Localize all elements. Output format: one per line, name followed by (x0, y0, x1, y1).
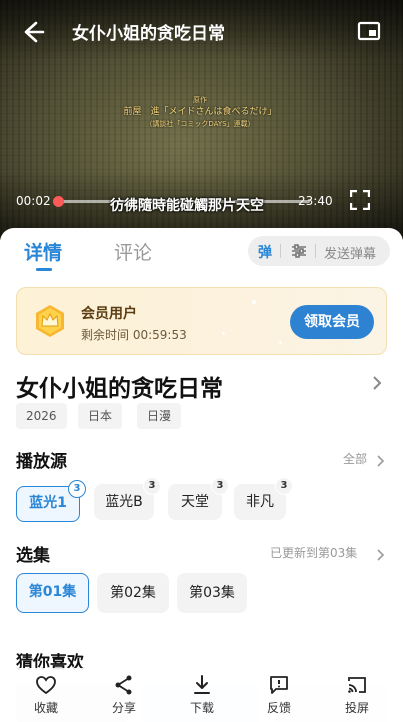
download-label: 下载 (189, 701, 214, 715)
current-time: 00:02 (16, 194, 51, 208)
credits-line-1: 原作 (193, 96, 207, 104)
opening-credits: 原作 前屋 進「メイドさんは食べるだけ」 （講談社「コミックDAYS」連載） (100, 94, 300, 130)
feedback-label: 反馈 (266, 701, 291, 715)
video-subtitle: 彷彿隨時能碰觸那片天空 (110, 198, 264, 214)
claim-membership-button[interactable]: 领取会员 (290, 305, 374, 339)
feedback-button[interactable]: 反馈 (249, 674, 309, 716)
download-button[interactable]: 下载 (172, 674, 232, 716)
cast-label: 投屏 (344, 701, 369, 715)
tab-comments[interactable]: 评论 (114, 238, 152, 265)
tab-indicator (36, 268, 52, 271)
source-chip[interactable]: 非凡 3 (234, 477, 293, 520)
download-icon (191, 674, 213, 696)
show-title[interactable]: 女仆小姐的贪吃日常 (16, 369, 223, 403)
send-danmaku-button[interactable]: 发送弹幕 (324, 243, 376, 262)
source-label: 蓝光B (105, 494, 143, 510)
danmaku-settings-icon[interactable] (290, 242, 308, 260)
danmaku-toggle[interactable]: 弹 (258, 242, 272, 262)
cast-icon (346, 674, 368, 696)
episodes-heading: 选集 (16, 546, 50, 566)
share-label: 分享 (111, 701, 136, 715)
share-icon (113, 674, 135, 696)
tag-genre: 日漫 (137, 403, 182, 429)
sources-heading: 播放源 (16, 452, 67, 472)
source-label: 蓝光1 (29, 495, 67, 511)
feedback-icon (268, 674, 290, 696)
crown-badge-icon (33, 304, 67, 338)
source-count-badge: 3 (211, 477, 229, 495)
share-button[interactable]: 分享 (94, 674, 154, 716)
tag-year: 2026 (16, 403, 67, 429)
danmaku-bar: 弹 发送弹幕 (248, 236, 390, 266)
sparkle (222, 332, 225, 335)
member-remaining-time: 剩余时间 00:59:53 (81, 328, 187, 342)
source-label: 非凡 (246, 494, 274, 510)
credits-line-2: 前屋 進「メイドさんは食べるだけ」 (123, 107, 277, 117)
sparkle (252, 300, 256, 304)
episode-chip[interactable]: 第03集 (177, 573, 247, 613)
episodes-updated-link[interactable]: 已更新到第03集 (270, 544, 357, 561)
member-banner: 会员用户 剩余时间 00:59:53 领取会员 (16, 287, 387, 355)
sources-all-link[interactable]: 全部 (343, 450, 367, 467)
total-time: 23:40 (298, 194, 333, 208)
source-count-badge: 3 (68, 480, 86, 498)
video-title: 女仆小姐的贪吃日常 (72, 24, 225, 44)
source-count-badge: 3 (275, 477, 293, 495)
tab-details[interactable]: 详情 (24, 238, 62, 265)
tag-region: 日本 (78, 403, 123, 429)
heart-icon (35, 674, 57, 696)
chevron-right-icon[interactable] (375, 546, 385, 561)
fullscreen-icon[interactable] (349, 189, 371, 211)
source-chip[interactable]: 蓝光1 3 (16, 480, 86, 522)
credits-line-3: （講談社「コミックDAYS」連載） (145, 120, 255, 128)
cast-button[interactable]: 投屏 (327, 674, 387, 716)
favorite-label: 收藏 (33, 701, 58, 715)
picture-in-picture-icon[interactable] (357, 20, 381, 42)
detail-sheet: 详情 评论 弹 发送弹幕 会员用户 剩余时间 00:59:53 领取会员 女仆小… (0, 228, 403, 722)
source-count-badge: 3 (143, 477, 161, 495)
back-arrow-icon[interactable] (20, 18, 48, 46)
sparkle (279, 341, 282, 344)
chevron-right-icon[interactable] (375, 452, 385, 467)
detail-tabs: 详情 评论 弹 发送弹幕 (0, 228, 403, 278)
bottom-toolbar: 收藏 分享 下载 反馈 投屏 (0, 668, 403, 722)
source-chip[interactable]: 蓝光B 3 (94, 477, 161, 520)
divider (280, 244, 281, 258)
episode-chip[interactable]: 第01集 (16, 573, 89, 613)
divider (315, 244, 316, 258)
source-chip[interactable]: 天堂 3 (168, 477, 229, 520)
source-label: 天堂 (181, 494, 209, 510)
episode-chip[interactable]: 第02集 (97, 573, 169, 613)
video-player[interactable]: 女仆小姐的贪吃日常 原作 前屋 進「メイドさんは食べるだけ」 （講談社「コミック… (0, 0, 403, 240)
chevron-right-icon[interactable] (370, 375, 384, 391)
favorite-button[interactable]: 收藏 (16, 674, 76, 716)
member-title: 会员用户 (81, 306, 137, 322)
